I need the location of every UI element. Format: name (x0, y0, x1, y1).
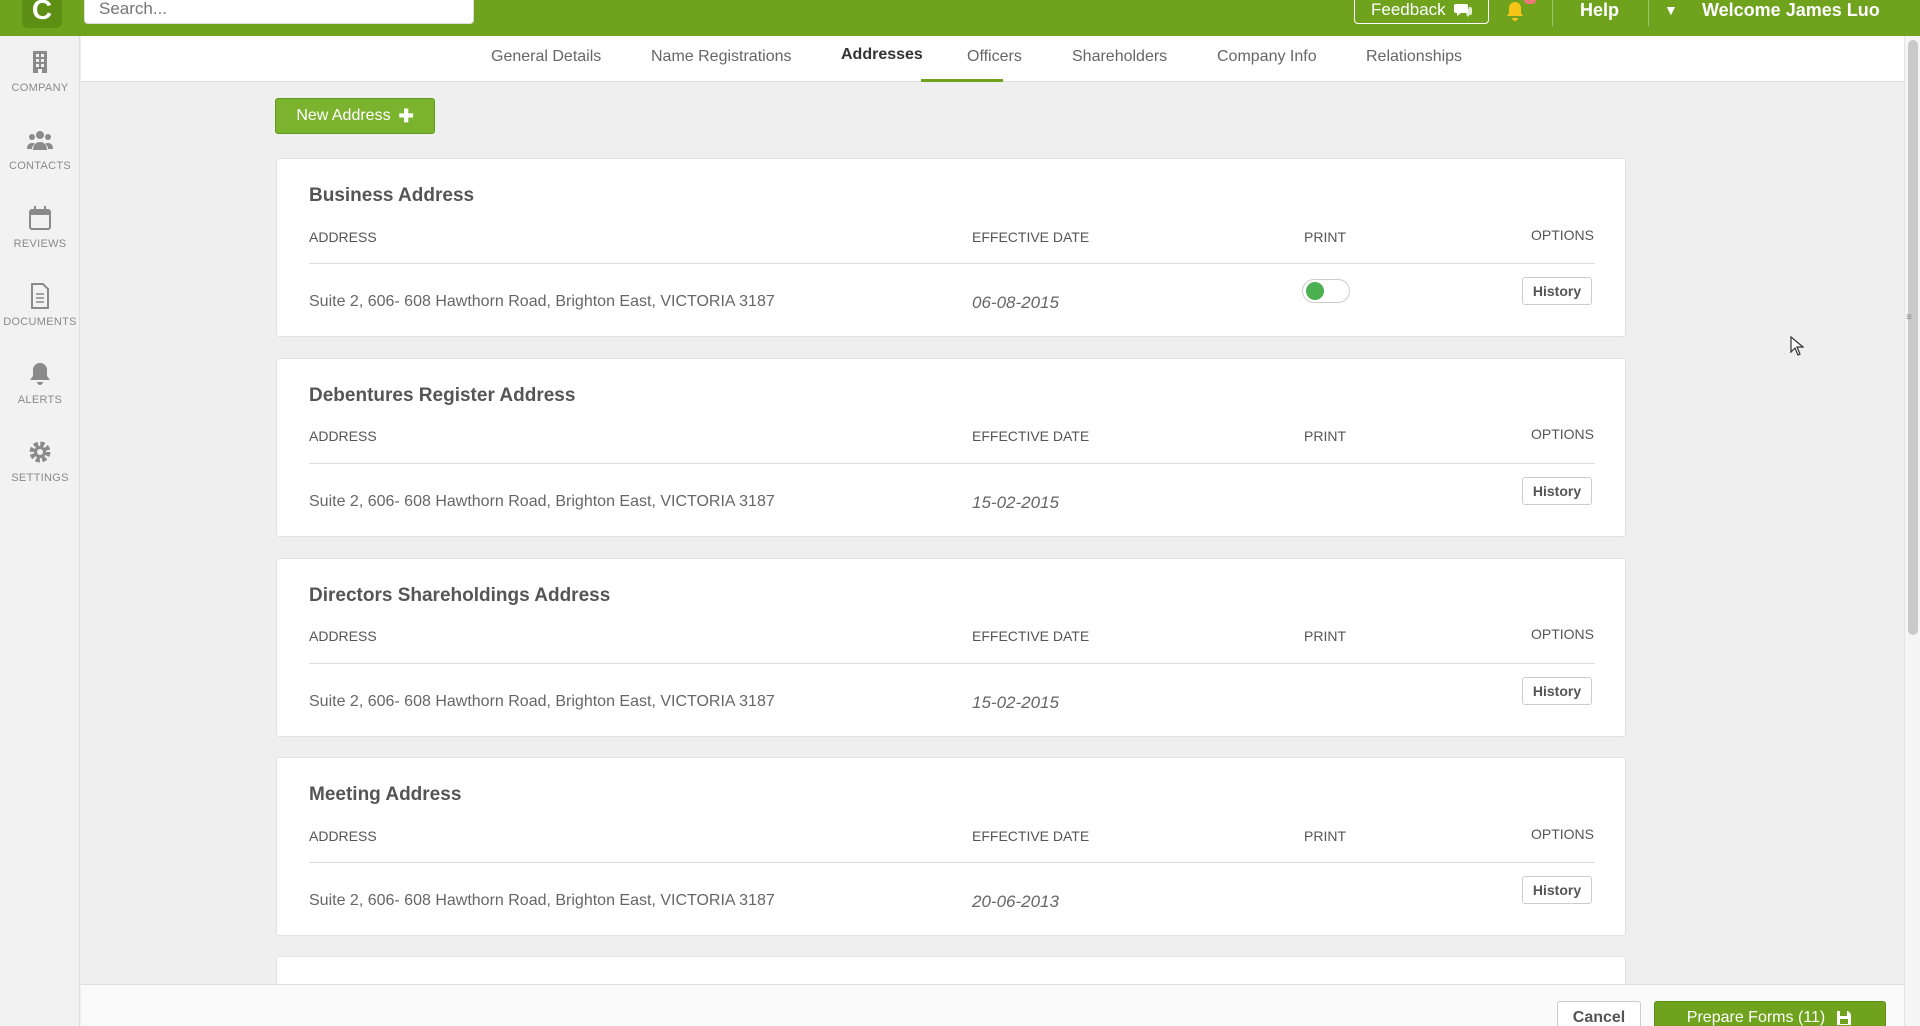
sidebar-item-label: ALERTS (17, 394, 63, 406)
column-header-address: ADDRESS (309, 428, 377, 444)
column-header-print: PRINT (1304, 428, 1346, 444)
history-button[interactable]: History (1522, 876, 1592, 904)
column-header-address: ADDRESS (309, 229, 377, 245)
divider (1648, 0, 1649, 26)
sidebar-item-label: CONTACTS (8, 160, 72, 172)
sidebar-item-label: DOCUMENTS (3, 316, 77, 328)
column-header-options: OPTIONS (1531, 626, 1595, 642)
card-title: Debentures Register Address (309, 385, 576, 406)
tab-general-details[interactable]: General Details (491, 48, 601, 66)
chat-icon (1453, 4, 1472, 17)
address-value: Suite 2, 606- 608 Hawthorn Road, Brighto… (309, 293, 775, 310)
search-input[interactable] (84, 0, 474, 24)
feedback-label: Feedback (1371, 0, 1446, 19)
divider (309, 463, 1595, 464)
sidebar-item-contacts[interactable]: CONTACTS (0, 126, 80, 196)
column-header-effective-date: EFFECTIVE DATE (972, 628, 1090, 644)
history-button[interactable]: History (1522, 677, 1592, 705)
column-header-print: PRINT (1304, 828, 1346, 844)
effective-date-value: 15-02-2015 (972, 493, 1059, 512)
help-link[interactable]: Help (1580, 0, 1619, 20)
divider (309, 263, 1595, 264)
column-header-print: PRINT (1304, 628, 1346, 644)
prepare-forms-button[interactable]: Prepare Forms (11) (1654, 1001, 1886, 1026)
column-header-print: PRINT (1304, 229, 1346, 245)
sidebar-item-alerts[interactable]: ALERTS (0, 360, 80, 430)
history-button[interactable]: History (1522, 477, 1592, 505)
sidebar-item-company[interactable]: COMPANY (0, 48, 80, 118)
address-value: Suite 2, 606- 608 Hawthorn Road, Brighto… (309, 892, 775, 909)
card-title: Meeting Address (309, 784, 462, 805)
address-value: Suite 2, 606- 608 Hawthorn Road, Brighto… (309, 493, 775, 510)
tab-name-registrations[interactable]: Name Registrations (651, 48, 792, 66)
sidebar-item-documents[interactable]: DOCUMENTS (0, 282, 80, 352)
document-icon (31, 283, 49, 309)
bell-icon (30, 363, 50, 385)
calendar-icon (29, 206, 51, 230)
scrollbar-thumb[interactable] (1908, 40, 1918, 635)
gear-icon (29, 441, 51, 463)
tab-officers[interactable]: Officers (967, 48, 1022, 66)
sidebar-item-label: SETTINGS (11, 472, 69, 484)
effective-date-value: 15-02-2015 (972, 693, 1059, 712)
prepare-forms-label: Prepare Forms (11) (1686, 1009, 1826, 1026)
divider (309, 862, 1595, 863)
active-tab-indicator (921, 79, 1003, 82)
tab-shareholders[interactable]: Shareholders (1072, 48, 1167, 66)
tab-company-info[interactable]: Company Info (1217, 48, 1317, 66)
effective-date-value: 20-06-2013 (972, 892, 1059, 911)
effective-date-value: 06-08-2015 (972, 293, 1059, 312)
column-header-effective-date: EFFECTIVE DATE (972, 428, 1090, 444)
save-icon (1837, 1011, 1852, 1025)
mouse-cursor-icon (1790, 336, 1804, 356)
column-header-options: OPTIONS (1531, 426, 1595, 442)
column-header-options: OPTIONS (1531, 826, 1595, 842)
feedback-button[interactable]: Feedback (1354, 0, 1489, 24)
sidebar-item-reviews[interactable]: REVIEWS (0, 204, 80, 274)
resize-grip-icon[interactable]: ≡ (1906, 312, 1912, 323)
new-address-button[interactable]: New Address ✚ (275, 98, 435, 134)
divider (1552, 0, 1553, 26)
column-header-address: ADDRESS (309, 628, 377, 644)
sidebar-item-settings[interactable]: SETTINGS (0, 438, 80, 508)
toggle-knob (1306, 282, 1324, 300)
app-logo[interactable]: C (22, 0, 62, 28)
notification-badge (1524, 0, 1536, 4)
tab-navigation: General Details Name Registrations Addre… (81, 36, 1904, 82)
card-title: Business Address (309, 185, 475, 206)
address-card: Debentures Register Address ADDRESS EFFE… (276, 358, 1626, 537)
new-address-label: New Address (296, 107, 391, 124)
notifications-bell-icon[interactable] (1504, 0, 1526, 28)
vertical-scrollbar[interactable] (1904, 36, 1920, 1026)
people-icon (27, 131, 53, 150)
building-icon (33, 51, 47, 73)
form-action-bar: Cancel Prepare Forms (11) (81, 984, 1904, 1026)
tab-relationships[interactable]: Relationships (1366, 48, 1462, 66)
cancel-button[interactable]: Cancel (1557, 1001, 1641, 1026)
column-header-effective-date: EFFECTIVE DATE (972, 828, 1090, 844)
sidebar-item-label: REVIEWS (13, 238, 67, 250)
column-header-address: ADDRESS (309, 828, 377, 844)
column-header-effective-date: EFFECTIVE DATE (972, 229, 1090, 245)
plus-icon: ✚ (398, 105, 414, 126)
address-value: Suite 2, 606- 608 Hawthorn Road, Brighto… (309, 693, 775, 710)
column-header-options: OPTIONS (1531, 227, 1595, 243)
history-button[interactable]: History (1522, 277, 1592, 305)
address-card: Directors Shareholdings Address ADDRESS … (276, 558, 1626, 737)
address-card: Business Address ADDRESS EFFECTIVE DATE … (276, 158, 1626, 337)
welcome-user[interactable]: Welcome James Luo (1702, 0, 1880, 20)
top-bar: C Feedback Help ▼ Welcome James Luo (0, 0, 1920, 36)
print-toggle[interactable] (1302, 279, 1350, 303)
divider (309, 663, 1595, 664)
chevron-down-icon[interactable]: ▼ (1664, 0, 1678, 20)
address-card: Meeting Address ADDRESS EFFECTIVE DATE P… (276, 757, 1626, 936)
sidebar: COMPANY CONTACTS REVIEWS DOCUMENTS ALERT… (0, 36, 80, 1026)
sidebar-item-label: COMPANY (11, 82, 69, 94)
tab-addresses[interactable]: Addresses (841, 46, 923, 64)
card-title: Directors Shareholdings Address (309, 585, 611, 606)
